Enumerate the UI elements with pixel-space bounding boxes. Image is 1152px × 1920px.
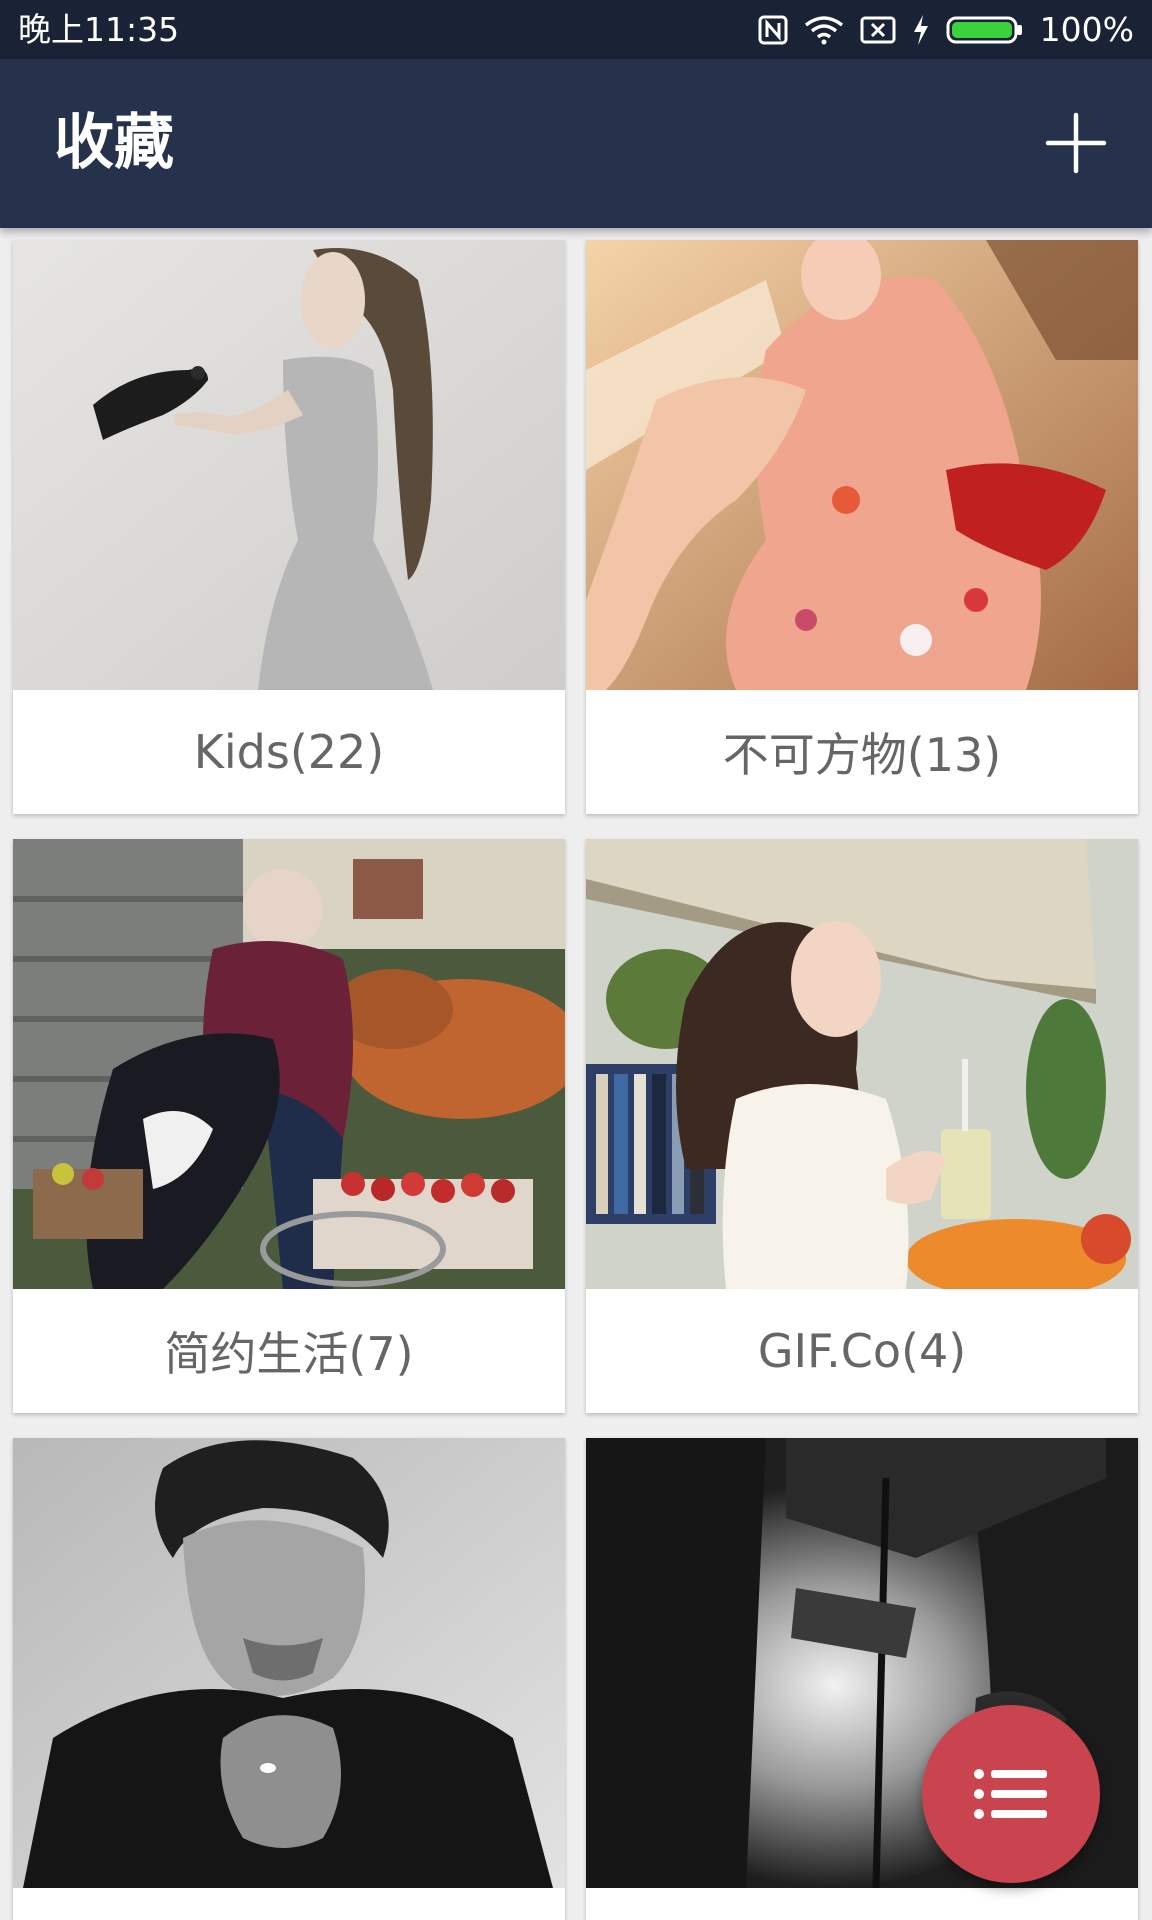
charging-icon — [912, 14, 930, 46]
list-icon — [974, 1769, 1047, 1819]
status-bar: 晚上11:35 100% — [0, 0, 1152, 59]
collection-label: GIF.Co(4) — [757, 1324, 967, 1378]
collections-screen: 晚上11:35 100% 收藏 Kids(22) 不可方物(13) 简约生活(7… — [0, 0, 1152, 1920]
girl-in-pink-kimono-photo — [586, 240, 1138, 690]
nfc-icon — [758, 15, 788, 45]
status-time: 晚上11:35 — [18, 10, 180, 49]
old-woman-with-dog-and-apples-photo — [13, 839, 565, 1289]
woman-with-drink-at-market-photo — [586, 839, 1138, 1289]
collection-label: 不可方物(13) — [722, 728, 1002, 782]
add-icon — [1045, 112, 1107, 174]
collection-card-5[interactable] — [13, 1438, 565, 1920]
girl-holding-bird-photo — [13, 240, 565, 690]
no-sim-icon — [860, 15, 896, 45]
list-fab-button[interactable] — [922, 1705, 1100, 1883]
status-icons: 100% — [758, 8, 1134, 52]
wifi-icon — [804, 15, 844, 45]
page-title: 收藏 — [54, 108, 174, 178]
collection-label: Kids(22) — [193, 725, 385, 779]
battery-percent: 100% — [1039, 10, 1134, 49]
collection-card-kids[interactable]: Kids(22) — [13, 240, 565, 814]
man-in-black-portrait-photo — [13, 1438, 565, 1888]
collection-card-bukefangwu[interactable]: 不可方物(13) — [586, 240, 1138, 814]
collection-card-gif-co[interactable]: GIF.Co(4) — [586, 839, 1138, 1413]
collection-label: 简约生活(7) — [164, 1327, 414, 1381]
collection-label — [586, 1888, 1138, 1920]
collection-card-jianyueshenghuo[interactable]: 简约生活(7) — [13, 839, 565, 1413]
add-collection-button[interactable] — [1044, 111, 1108, 175]
app-bar: 收藏 — [0, 59, 1152, 228]
battery-icon — [946, 15, 1024, 45]
collection-label — [13, 1888, 565, 1920]
